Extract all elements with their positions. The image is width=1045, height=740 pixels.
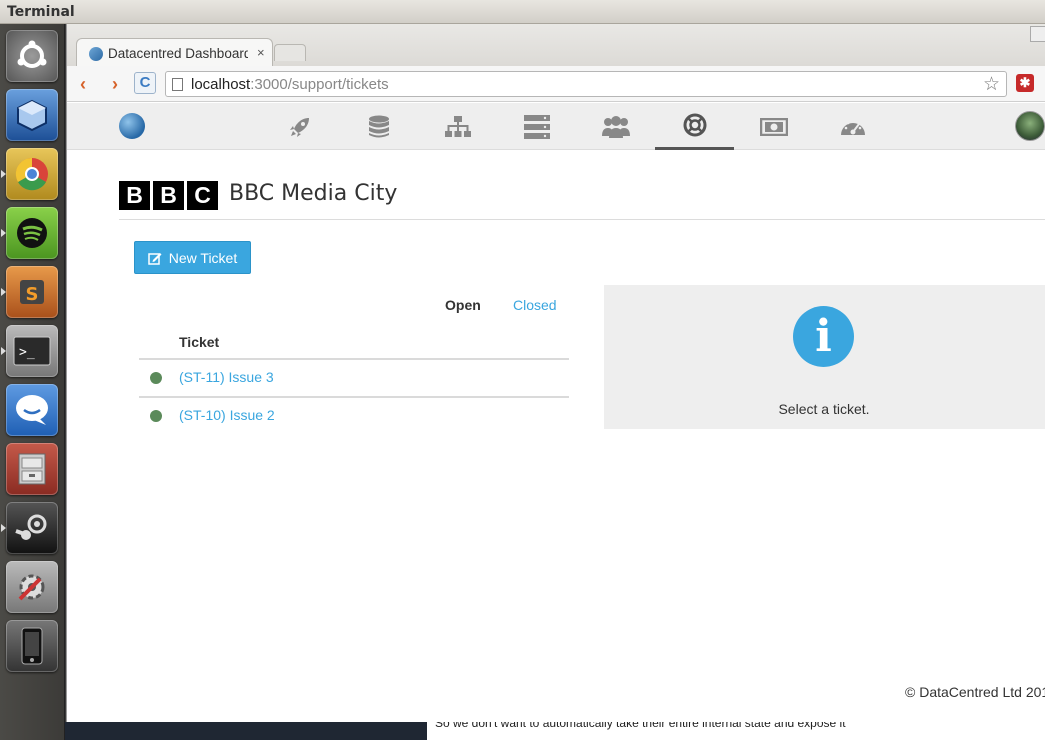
database-icon[interactable] [339, 103, 418, 150]
back-icon[interactable]: ‹ [80, 74, 86, 95]
new-ticket-button[interactable]: New Ticket [134, 241, 251, 274]
running-indicator [1, 524, 6, 532]
edit-icon [148, 252, 162, 265]
file-cabinet-icon[interactable] [6, 443, 58, 495]
tab-close-icon[interactable]: × [257, 45, 265, 60]
main-content: B B C BBC Media City New Ticket Open Clo… [67, 151, 1045, 722]
sitemap-icon[interactable] [418, 103, 497, 150]
running-indicator [1, 170, 6, 178]
background-dark-pane [65, 722, 427, 740]
bookmark-star-icon[interactable]: ☆ [983, 73, 1000, 96]
new-tab-button[interactable] [274, 44, 306, 61]
spotify-icon[interactable] [6, 207, 58, 259]
url-text[interactable]: localhost:3000/support/tickets [191, 76, 389, 93]
status-dot-icon [150, 410, 162, 422]
running-indicator [1, 288, 6, 296]
organization-name: BBC Media City [229, 181, 398, 206]
browser-toolbar: ‹ › C localhost:3000/support/tickets ☆ ✱ [67, 66, 1045, 102]
status-dot-icon [150, 372, 162, 384]
terminal-icon[interactable]: >_ [6, 325, 58, 377]
url-path: :3000/support/tickets [250, 76, 389, 93]
url-host: localhost [191, 76, 251, 93]
billing-money-icon[interactable] [734, 103, 813, 150]
datacentred-logo-icon[interactable] [119, 113, 145, 139]
running-indicator [1, 229, 6, 237]
datacentred-favicon-icon [89, 47, 103, 61]
table-row[interactable]: (ST-10) Issue 2 [139, 398, 569, 434]
svg-text:S: S [26, 284, 39, 305]
info-icon: i [793, 306, 854, 367]
ticket-detail-panel: i Select a ticket. [604, 285, 1045, 429]
user-avatar[interactable] [1015, 111, 1045, 141]
tab-open[interactable]: Open [445, 297, 481, 313]
logo-letter: B [119, 181, 150, 210]
table-row[interactable]: (ST-11) Issue 3 [139, 360, 569, 396]
server-icon[interactable] [497, 103, 576, 150]
running-indicator [1, 347, 6, 355]
header-divider [119, 219, 1045, 220]
organization-logo: B B C [119, 181, 218, 210]
new-ticket-label: New Ticket [168, 249, 238, 266]
chrome-icon[interactable] [6, 148, 58, 200]
extension-icon[interactable]: ✱ [1016, 74, 1034, 92]
steam-icon[interactable] [6, 502, 58, 554]
ticket-link[interactable]: (ST-11) Issue 3 [179, 369, 274, 385]
phone-device-icon[interactable] [6, 620, 58, 672]
app-navbar [67, 103, 1045, 150]
svg-text:>_: >_ [19, 345, 35, 360]
virtualbox-icon[interactable] [6, 89, 58, 141]
tab-title: Datacentred Dashboard [108, 46, 248, 61]
support-lifebuoy-icon[interactable] [655, 103, 734, 150]
logo-letter: C [187, 181, 218, 210]
sublime-text-icon[interactable]: S [6, 266, 58, 318]
tab-closed[interactable]: Closed [513, 297, 557, 313]
rocket-icon[interactable] [260, 103, 339, 150]
ubuntu-logo-icon[interactable] [6, 30, 58, 82]
ticket-link[interactable]: (ST-10) Issue 2 [179, 407, 275, 423]
tab-strip: Datacentred Dashboard × [67, 24, 1045, 68]
dashboard-gauge-icon[interactable] [813, 103, 892, 150]
hipchat-icon[interactable] [6, 384, 58, 436]
forward-icon[interactable]: › [112, 74, 118, 95]
browser-window: Datacentred Dashboard × ‹ › C localhost:… [66, 24, 1045, 722]
address-bar[interactable]: localhost:3000/support/tickets ☆ [165, 71, 1007, 97]
select-ticket-message: Select a ticket. [778, 401, 870, 417]
system-settings-icon[interactable] [6, 561, 58, 613]
active-window-title: Terminal [7, 4, 75, 20]
reload-icon[interactable]: C [134, 72, 156, 94]
users-icon[interactable] [576, 103, 655, 150]
window-control-button[interactable] [1030, 26, 1045, 42]
unity-launcher: S >_ [0, 24, 65, 740]
browser-tab[interactable]: Datacentred Dashboard × [76, 38, 273, 68]
footer-copyright: © DataCentred Ltd 2014 [905, 684, 1045, 700]
background-window: So we don't want to automatically take t… [65, 716, 1045, 740]
page-icon [172, 78, 183, 91]
top-panel: Terminal [0, 0, 1045, 24]
ticket-column-header: Ticket [179, 334, 220, 350]
logo-letter: B [153, 181, 184, 210]
